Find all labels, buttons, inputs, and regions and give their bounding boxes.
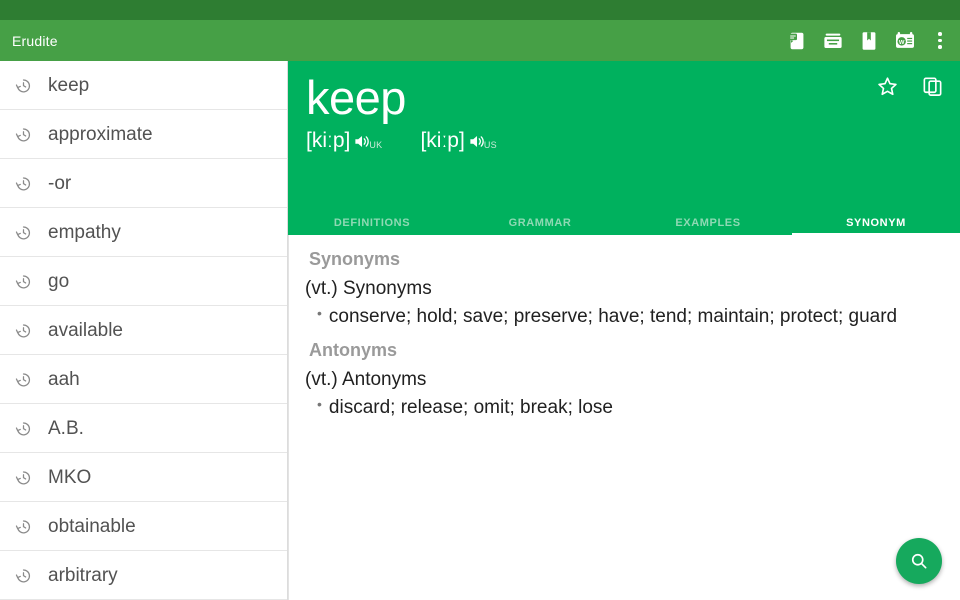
svg-text:W: W [899,39,905,45]
history-icon [14,76,33,95]
favorite-star-icon[interactable] [876,75,899,98]
sidebar-item-label: aah [48,370,80,389]
search-fab[interactable] [896,538,942,584]
pronunciation-row: [kiːp] UK [kiːp] [306,130,960,151]
tab-examples[interactable]: EXAMPLES [624,217,792,235]
sidebar-item-label: approximate [48,125,153,144]
synonyms-bullet-row: • conserve; hold; save; preserve; have; … [303,303,944,331]
word-of-the-day-icon[interactable]: W [894,30,916,52]
history-sidebar[interactable]: keep approximate -or [0,61,288,600]
history-icon [14,566,33,585]
antonyms-section: Antonyms (vt.) Antonyms • discard; relea… [297,340,944,421]
app-bar-actions: W [786,30,950,52]
speaker-uk-button[interactable]: UK [353,132,382,151]
sidebar-item-label: MKO [48,468,91,487]
bookmark-icon[interactable] [858,30,880,52]
history-icon [14,517,33,536]
overflow-dot [938,45,942,49]
sidebar-item-6[interactable]: aah [0,355,287,404]
sidebar-item-2[interactable]: -or [0,159,287,208]
sidebar-item-label: arbitrary [48,566,118,585]
pronunciation-uk-text: [kiːp] [306,130,350,151]
antonyms-list: discard; release; omit; break; lose [329,394,613,422]
search-icon [909,551,929,571]
sidebar-item-3[interactable]: empathy [0,208,287,257]
synonyms-list: conserve; hold; save; preserve; have; te… [329,303,897,331]
pronunciation-us-tag: US [484,140,497,150]
sidebar-item-7[interactable]: A.B. [0,404,287,453]
entry-actions [876,75,944,98]
cards-icon[interactable] [822,30,844,52]
sidebar-item-4[interactable]: go [0,257,287,306]
bullet-icon: • [317,394,322,416]
bullet-icon: • [317,303,322,325]
history-icon [14,125,33,144]
entry-tabs: DEFINITIONS GRAMMAR EXAMPLES SYNONYM [288,208,960,235]
status-bar [0,0,960,20]
history-icon [14,370,33,389]
section-heading: Antonyms [303,340,944,361]
pronunciation-uk-tag: UK [369,140,382,150]
sidebar-item-10[interactable]: arbitrary [0,551,287,600]
sidebar-item-label: empathy [48,223,121,242]
history-icon [14,321,33,340]
sidebar-item-label: -or [48,174,71,193]
overflow-menu-icon[interactable] [932,30,948,52]
section-heading: Synonyms [303,249,944,270]
tab-grammar[interactable]: GRAMMAR [456,217,624,235]
sidebar-item-label: available [48,321,123,340]
sidebar-item-5[interactable]: available [0,306,287,355]
history-icon [14,223,33,242]
pos-line: (vt.) Antonyms [303,367,944,393]
app-title: Erudite [12,33,786,49]
erudite-app-window: Erudite [0,0,960,600]
history-icon [14,419,33,438]
sidebar-item-label: obtainable [48,517,136,536]
sidebar-item-label: keep [48,76,89,95]
history-icon [14,174,33,193]
tab-definitions[interactable]: DEFINITIONS [288,217,456,235]
sidebar-item-9[interactable]: obtainable [0,502,287,551]
pos-label: Antonyms [342,369,426,390]
pos-tag: (vt.) [305,369,338,390]
tab-synonym[interactable]: SYNONYM [792,217,960,235]
synonym-content: Synonyms (vt.) Synonyms • conserve; hold… [288,235,960,600]
copy-icon[interactable] [921,75,944,98]
pos-line: (vt.) Synonyms [303,276,944,302]
history-icon [14,468,33,487]
antonyms-bullet-row: • discard; release; omit; break; lose [303,394,944,422]
overflow-dot [938,39,942,43]
body-split: keep approximate -or [0,61,960,600]
sidebar-item-8[interactable]: MKO [0,453,287,502]
pos-label: Synonyms [343,278,432,299]
sidebar-item-label: go [48,272,69,291]
speaker-us-button[interactable]: US [468,132,497,151]
overflow-dot [938,32,942,36]
pronunciation-us[interactable]: [kiːp] US [420,130,496,151]
sidebar-item-label: A.B. [48,419,84,438]
page-title: keep [306,73,960,122]
notes-icon[interactable] [786,30,808,52]
pronunciation-uk[interactable]: [kiːp] UK [306,130,382,151]
app-bar: Erudite [0,20,960,61]
entry-pane: keep [kiːp] UK [288,61,960,600]
history-icon [14,272,33,291]
sidebar-item-1[interactable]: approximate [0,110,287,159]
pos-tag: (vt.) [305,278,338,299]
sidebar-item-0[interactable]: keep [0,61,287,110]
synonyms-section: Synonyms (vt.) Synonyms • conserve; hold… [297,249,944,330]
word-header: keep [kiːp] UK [288,61,960,208]
pronunciation-us-text: [kiːp] [420,130,464,151]
